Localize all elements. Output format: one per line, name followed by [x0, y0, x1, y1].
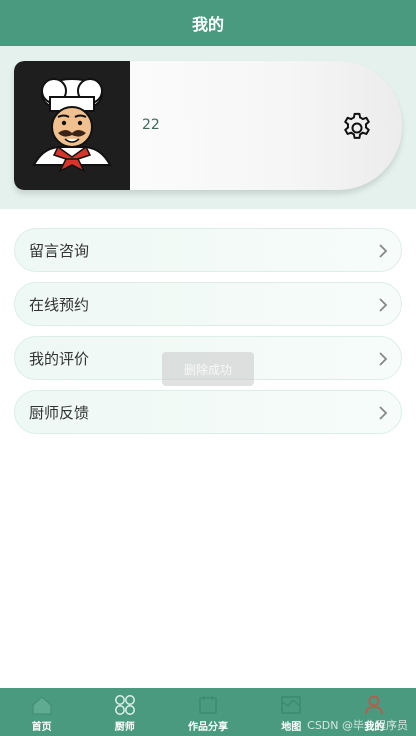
tab-label: 首页	[31, 722, 52, 733]
menu-list: 留言咨询 在线预约 我的评价 厨师反馈	[14, 228, 402, 444]
menu-item-label: 留言咨询	[29, 241, 90, 260]
chevron-right-icon	[379, 244, 388, 258]
chef-avatar-image	[32, 78, 112, 173]
menu-item-label: 在线预约	[29, 295, 90, 314]
menu-item-label: 厨师反馈	[29, 403, 90, 422]
page-header: 我的	[0, 0, 416, 46]
settings-gear-icon[interactable]	[340, 111, 374, 145]
tab-label: 地图	[281, 722, 302, 733]
profile-section: 22	[0, 46, 416, 209]
chevron-right-icon	[379, 406, 388, 420]
tab-label: 厨师	[114, 722, 135, 733]
tab-works-share[interactable]: 作品分享	[166, 688, 249, 736]
tab-label: 作品分享	[188, 722, 228, 733]
chevron-right-icon	[379, 298, 388, 312]
map-icon	[281, 696, 302, 714]
page-title: 我的	[191, 15, 224, 34]
home-icon	[32, 696, 52, 715]
chevron-right-icon	[379, 352, 388, 366]
username-label: 22	[142, 117, 160, 133]
user-icon	[365, 695, 384, 715]
watermark: CSDN @毕业程序员	[307, 719, 408, 732]
avatar[interactable]	[14, 61, 130, 190]
tab-chef[interactable]: 厨师	[83, 688, 166, 736]
menu-item-label: 我的评价	[29, 349, 90, 368]
tab-home[interactable]: 首页	[0, 688, 83, 736]
profile-card: 22	[14, 61, 402, 190]
share-icon	[199, 696, 217, 714]
menu-item-consultation[interactable]: 留言咨询	[14, 228, 402, 272]
toast-message: 删除成功	[162, 352, 254, 386]
menu-item-appointment[interactable]: 在线预约	[14, 282, 402, 326]
grid-icon	[114, 695, 135, 715]
menu-item-chef-feedback[interactable]: 厨师反馈	[14, 390, 402, 434]
